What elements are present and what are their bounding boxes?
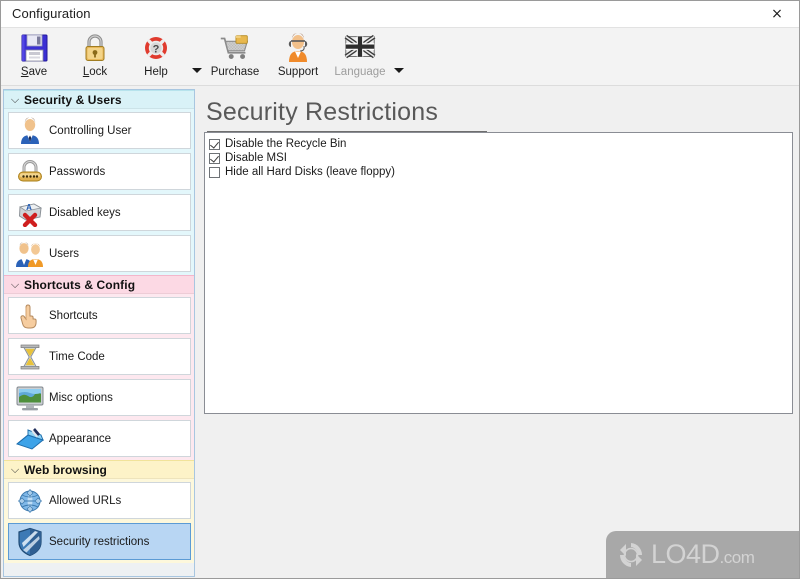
toolbar-button-lock[interactable]: Lock bbox=[64, 30, 126, 84]
sidebar-item-label: Passwords bbox=[49, 165, 106, 178]
union-jack-flag-icon bbox=[342, 31, 378, 65]
sidebar-item-label: Appearance bbox=[49, 432, 112, 445]
option-label: Disable the Recycle Bin bbox=[225, 138, 347, 150]
padlock-dots-icon bbox=[15, 157, 45, 187]
sidebar-item-users[interactable]: Users bbox=[8, 235, 191, 272]
sidebar-group-title: Security & Users bbox=[24, 92, 122, 107]
pointing-hand-icon bbox=[15, 301, 45, 331]
sidebar-group-header-web-browsing[interactable]: ⌵ Web browsing bbox=[4, 460, 194, 479]
sidebar-group-body-shortcuts-config: Shortcuts Time Code Misc options Appeara… bbox=[4, 294, 194, 460]
sidebar-item-label: Disabled keys bbox=[49, 206, 121, 219]
floppy-disk-icon bbox=[16, 31, 52, 65]
sidebar-item-label: Security restrictions bbox=[49, 535, 150, 548]
help-dropdown-arrow[interactable] bbox=[191, 64, 203, 76]
toolbar-button-help[interactable]: ? Help bbox=[125, 30, 187, 84]
option-label: Hide all Hard Disks (leave floppy) bbox=[225, 166, 396, 178]
sidebar-group-title: Web browsing bbox=[24, 462, 107, 477]
chevron-down-icon bbox=[394, 67, 404, 73]
hourglass-icon bbox=[15, 342, 45, 372]
sidebar-item-label: Allowed URLs bbox=[49, 494, 122, 507]
toolbar: Save Lock ? Help Purchase Support Langua… bbox=[1, 28, 799, 86]
checkbox-disable-msi[interactable] bbox=[209, 152, 220, 164]
refresh-circular-arrows-icon bbox=[614, 538, 648, 572]
language-dropdown-arrow[interactable] bbox=[393, 64, 405, 76]
paint-book-icon bbox=[15, 424, 45, 454]
main-content: Security Restrictions Disable the Recycl… bbox=[199, 89, 799, 578]
user-suit-icon bbox=[15, 116, 45, 146]
watermark-suffix: .com bbox=[719, 548, 755, 567]
sidebar-group-header-security-users[interactable]: ⌵ Security & Users bbox=[4, 90, 194, 109]
sidebar-item-time-code[interactable]: Time Code bbox=[8, 338, 191, 375]
sidebar-group-title: Shortcuts & Config bbox=[24, 277, 136, 292]
sidebar-item-label: Time Code bbox=[49, 350, 105, 363]
sidebar-item-label: Misc options bbox=[49, 391, 113, 404]
sidebar-item-shortcuts[interactable]: Shortcuts bbox=[8, 297, 191, 334]
sidebar-group-body-web-browsing: Allowed URLs Security restrictions bbox=[4, 479, 194, 563]
chevron-double-down-icon: ⌵ bbox=[10, 463, 20, 476]
toolbar-button-purchase[interactable]: Purchase bbox=[204, 30, 266, 84]
toolbar-label-purchase: Purchase bbox=[210, 66, 260, 78]
sidebar-item-label: Controlling User bbox=[49, 124, 132, 137]
svg-text:A: A bbox=[26, 203, 32, 212]
padlock-icon bbox=[77, 31, 113, 65]
sidebar-item-label: Users bbox=[49, 247, 80, 260]
sidebar-item-passwords[interactable]: Passwords bbox=[8, 153, 191, 190]
chevron-down-icon bbox=[192, 67, 202, 73]
watermark-main: LO4D bbox=[651, 539, 720, 569]
two-users-icon bbox=[15, 239, 45, 269]
security-options-list[interactable]: Disable the Recycle Bin Disable MSI Hide… bbox=[204, 132, 793, 414]
watermark-text: LO4D.com bbox=[651, 539, 755, 569]
option-row-disable-msi[interactable]: Disable MSI bbox=[209, 151, 792, 165]
window-title: Configuration bbox=[12, 6, 91, 21]
toolbar-label-help: Help bbox=[144, 66, 168, 78]
globe-icon bbox=[15, 486, 45, 516]
shopping-cart-icon bbox=[217, 31, 253, 65]
sidebar-item-label: Shortcuts bbox=[49, 309, 98, 322]
toolbar-label-language: Language bbox=[334, 66, 386, 78]
sidebar: ⌵ Security & Users Controlling User Pass… bbox=[3, 89, 195, 577]
option-row-disable-recycle-bin[interactable]: Disable the Recycle Bin bbox=[209, 137, 792, 151]
sidebar-item-allowed-urls[interactable]: Allowed URLs bbox=[8, 482, 191, 519]
toolbar-label-save: Save bbox=[20, 66, 48, 78]
chevron-double-down-icon: ⌵ bbox=[10, 278, 20, 291]
svg-text:?: ? bbox=[153, 44, 160, 56]
help-lifering-icon: ? bbox=[138, 31, 174, 65]
toolbar-label-support: Support bbox=[277, 66, 319, 78]
chevron-double-down-icon: ⌵ bbox=[10, 93, 20, 106]
close-button[interactable]: × bbox=[755, 1, 799, 27]
sidebar-item-appearance[interactable]: Appearance bbox=[8, 420, 191, 457]
support-person-icon bbox=[280, 31, 316, 65]
sidebar-item-misc-options[interactable]: Misc options bbox=[8, 379, 191, 416]
shield-icon bbox=[15, 527, 45, 557]
toolbar-button-support[interactable]: Support bbox=[267, 30, 329, 84]
lo4d-watermark: LO4D.com bbox=[606, 531, 799, 578]
option-label: Disable MSI bbox=[225, 152, 287, 164]
sidebar-item-disabled-keys[interactable]: A Disabled keys bbox=[8, 194, 191, 231]
monitor-icon bbox=[15, 383, 45, 413]
toolbar-button-save[interactable]: Save bbox=[3, 30, 65, 84]
sidebar-group-body-security-users: Controlling User Passwords A Disabled ke… bbox=[4, 109, 194, 275]
checkbox-hide-all-hard-disks[interactable] bbox=[209, 166, 220, 178]
option-row-hide-all-hard-disks[interactable]: Hide all Hard Disks (leave floppy) bbox=[209, 165, 792, 179]
sidebar-item-security-restrictions[interactable]: Security restrictions bbox=[8, 523, 191, 560]
sidebar-group-header-shortcuts-config[interactable]: ⌵ Shortcuts & Config bbox=[4, 275, 194, 294]
title-bar: Configuration × bbox=[1, 1, 799, 28]
toolbar-label-lock: Lock bbox=[82, 66, 108, 78]
toolbar-button-language[interactable]: Language bbox=[329, 30, 391, 84]
page-title: Security Restrictions bbox=[206, 98, 439, 126]
close-icon: × bbox=[771, 6, 783, 22]
sidebar-item-controlling-user[interactable]: Controlling User bbox=[8, 112, 191, 149]
configuration-window: Configuration × Save Lock ? Help Purchas… bbox=[0, 0, 800, 579]
key-disabled-icon: A bbox=[15, 198, 45, 228]
checkbox-disable-recycle-bin[interactable] bbox=[209, 138, 220, 150]
